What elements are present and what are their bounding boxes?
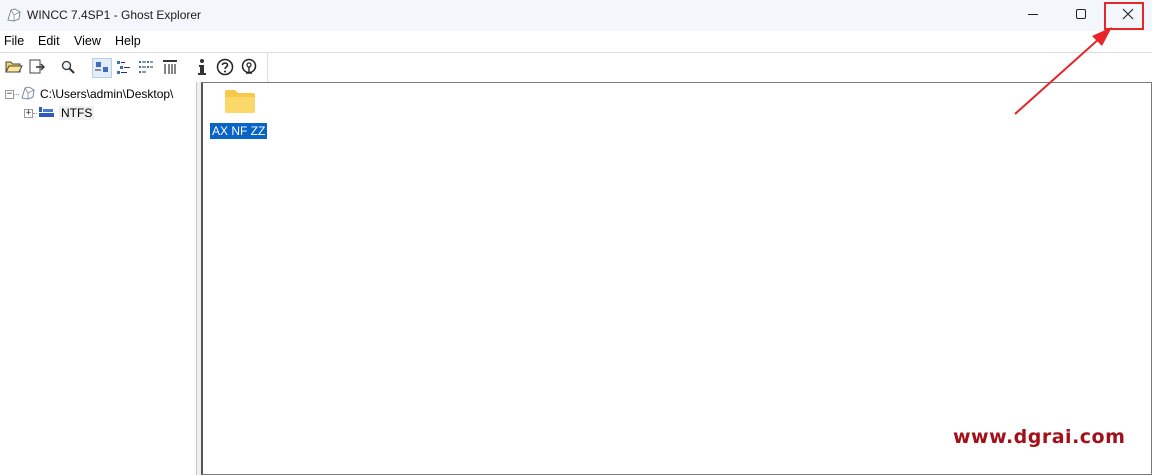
help-button[interactable] [215,58,235,78]
details-view-icon [162,59,178,78]
find-button[interactable] [58,58,78,78]
details-view-button[interactable] [160,58,180,78]
tree-pane[interactable] [0,82,197,475]
collapse-icon[interactable]: − [5,89,14,99]
extract-icon [28,59,46,78]
folder-icon [224,88,256,117]
help-icon [216,58,234,79]
menu-bar: File Edit View Help [0,31,1152,51]
tree-root-label: C:\Users\admin\Desktop\ [40,87,174,101]
maximize-button[interactable] [1058,0,1104,31]
minimize-icon [1027,8,1039,23]
file-list-pane[interactable] [201,82,1152,475]
close-button-highlight [1104,2,1144,30]
open-folder-icon [5,59,23,78]
tree-node-ntfs[interactable]: + NTFS [24,105,95,122]
title-bar: WINCC 7.4SP1 - Ghost Explorer [0,0,1152,31]
large-icons-view-icon [94,59,110,78]
large-icons-view-button[interactable] [92,58,112,78]
info-icon [194,58,210,79]
menu-view[interactable]: View [74,34,101,48]
minimize-button[interactable] [1010,0,1056,31]
tree-ntfs-label: NTFS [59,106,95,120]
open-button[interactable] [4,58,24,78]
find-icon [60,59,76,78]
small-icons-view-button[interactable] [114,58,134,78]
tree-node-root[interactable]: − C:\Users\admin\Desktop\ [5,85,174,104]
list-view-icon [138,59,154,78]
folder-label: AX NF ZZ [210,123,268,139]
menu-edit[interactable]: Edit [38,34,60,48]
maximize-icon [1075,8,1087,23]
small-icons-view-icon [116,59,132,78]
list-item[interactable]: AX NF ZZ [208,88,270,142]
web-icon [240,58,258,79]
ghost-explorer-icon[interactable] [5,7,23,23]
menu-help[interactable]: Help [115,34,141,48]
extract-button[interactable] [27,58,47,78]
window-title: WINCC 7.4SP1 - Ghost Explorer [27,8,202,22]
web-button[interactable] [239,58,259,78]
info-button[interactable] [192,58,212,78]
partition-icon [37,105,55,122]
list-view-button[interactable] [136,58,156,78]
ghost-archive-icon [19,85,37,104]
menu-file[interactable]: File [4,34,24,48]
toolbar [0,52,1152,83]
watermark: www.dgrai.com [953,426,1126,448]
expand-icon[interactable]: + [24,108,33,118]
